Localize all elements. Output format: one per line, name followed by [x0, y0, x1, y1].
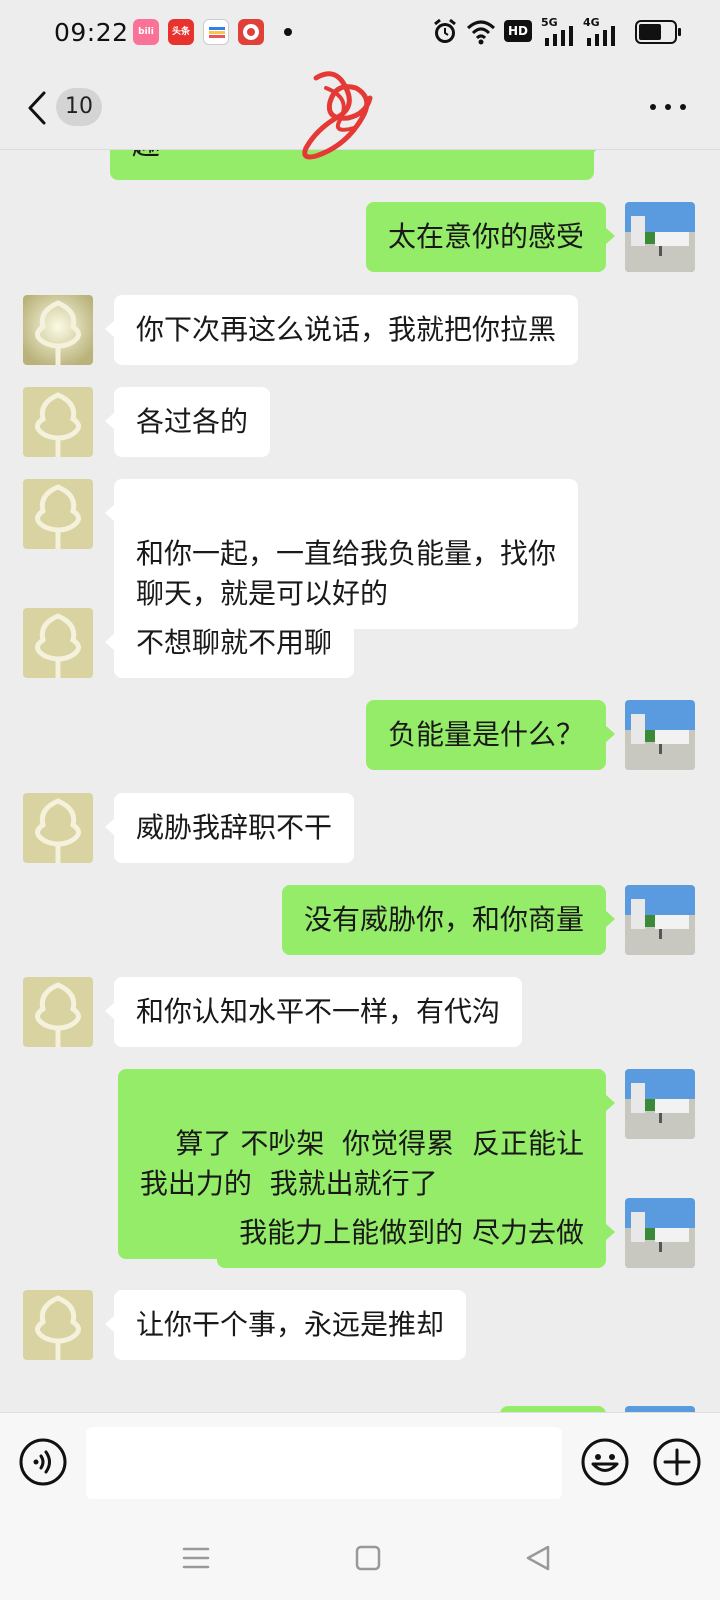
message-input[interactable] [86, 1427, 562, 1499]
message-bubble-in[interactable]: 威胁我辞职不干 [104, 793, 355, 863]
contact-avatar[interactable] [23, 608, 93, 678]
my-avatar[interactable] [625, 700, 695, 770]
message-bubble-in[interactable]: 让你干个事，永远是推却 [104, 1290, 467, 1360]
message-text: 让你干个事，永远是推却 [136, 1308, 445, 1341]
message-text: 趣 [132, 150, 160, 161]
unread-count-badge: 10 [56, 88, 102, 126]
my-avatar[interactable] [625, 885, 695, 955]
more-horizontal-icon [650, 104, 656, 110]
message-text: 威胁我辞职不干 [136, 811, 333, 844]
redacted-title-scribble [302, 71, 373, 160]
emoji-icon[interactable] [580, 1437, 630, 1487]
contact-avatar[interactable] [23, 387, 93, 457]
hd-label: HD [507, 24, 528, 38]
message-text: 我能力上能做到的 尽力去做 [239, 1216, 584, 1249]
message-bubble-out[interactable]: 负能量是什么？ [365, 700, 616, 770]
signal-5g-icon: 5G [541, 16, 575, 46]
status-bar: 09:22 bili 头条 HD 5G 4G [0, 0, 720, 64]
battery-icon [635, 20, 681, 44]
message-text: 负能量是什么？ [387, 718, 584, 751]
alarm-icon [434, 18, 456, 43]
message-bubble-in[interactable]: 和你认知水平不一样，有代沟 [104, 977, 523, 1047]
message-bubble-in[interactable]: 各过各的 [104, 387, 271, 457]
notification-dot [284, 28, 292, 36]
my-avatar[interactable] [625, 202, 695, 272]
plus-icon[interactable] [652, 1437, 702, 1487]
bilibili-icon: bili [133, 19, 159, 45]
message-input-bar [0, 1412, 720, 1522]
message-bubble-in[interactable]: 和你一起，一直给我负能量，找你 聊天，就是可以好的 [104, 479, 579, 629]
back-button[interactable]: 10 [26, 88, 106, 128]
message-text: 和你认知水平不一样，有代沟 [136, 995, 501, 1028]
message-text: 和你一起，一直给我负能量，找你 聊天，就是可以好的 [136, 537, 557, 610]
message-bubble-in[interactable]: 不想聊就不用聊 [104, 608, 355, 678]
wallet-icon [203, 19, 229, 45]
contact-avatar[interactable] [23, 793, 93, 863]
message-text: 没有威胁你，和你商量 [303, 903, 584, 936]
message-text: 不想聊就不用聊 [136, 626, 333, 659]
my-avatar[interactable] [625, 1069, 695, 1139]
system-nav-bar [0, 1522, 720, 1600]
menu-icon[interactable] [182, 1544, 210, 1572]
wifi-icon [466, 20, 496, 45]
chat-message-list[interactable]: 趣 太在意你的感受 你下次再这么说话，我就把你拉黑 各过各的 和你一起，一直给我… [0, 150, 720, 1412]
message-text: 算了 不吵架 你觉得累 反正能让 我出力的 我就出就行了 [139, 1127, 584, 1200]
contact-avatar[interactable] [23, 1290, 93, 1360]
contact-avatar[interactable] [23, 295, 93, 365]
status-time: 09:22 [54, 18, 129, 47]
contact-avatar[interactable] [23, 977, 93, 1047]
message-text: 太在意你的感受 [387, 220, 584, 253]
message-bubble-out[interactable]: 没有威胁你，和你商量 [281, 885, 616, 955]
toutiao-icon: 头条 [168, 19, 194, 45]
hd-badge: HD [504, 20, 532, 42]
message-text: 各过各的 [136, 405, 249, 438]
chat-header: 10 [0, 64, 720, 160]
message-bubble-in[interactable]: 你下次再这么说话，我就把你拉黑 [104, 295, 579, 365]
message-bubble-out[interactable]: 太在意你的感受 [365, 202, 616, 272]
home-icon[interactable] [354, 1544, 382, 1572]
signal-4g-icon: 4G [583, 16, 617, 46]
voice-icon[interactable] [18, 1437, 68, 1487]
my-avatar[interactable] [625, 1198, 695, 1268]
message-bubble-out[interactable]: 我能力上能做到的 尽力去做 [217, 1198, 615, 1268]
more-options-button[interactable] [650, 102, 688, 112]
message-text: 你下次再这么说话，我就把你拉黑 [136, 313, 557, 346]
back-triangle-icon[interactable] [524, 1544, 552, 1572]
chevron-left-icon [28, 91, 46, 125]
taobao-icon [238, 19, 264, 45]
contact-avatar[interactable] [23, 479, 93, 549]
